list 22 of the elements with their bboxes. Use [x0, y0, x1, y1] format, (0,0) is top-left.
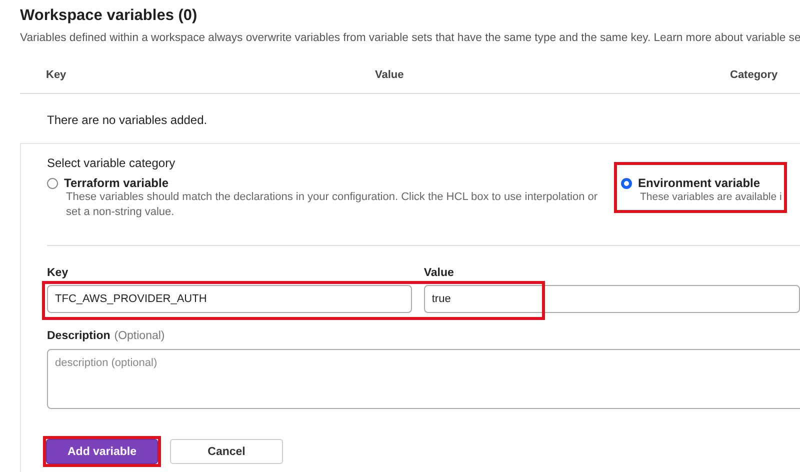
- field-label: Key: [47, 267, 70, 279]
- column-header: Category: [730, 69, 778, 83]
- form-button[interactable]: Add variable: [46, 439, 158, 464]
- radio-button[interactable]: [47, 178, 58, 188]
- empty-message: There are no variables added.: [46, 112, 208, 129]
- column-header: Key: [46, 69, 68, 83]
- optional-label: (Optional): [114, 330, 165, 342]
- radio-label[interactable]: Terraform variable: [64, 176, 168, 190]
- radio-hint: These variables should match the declarations in your configuration. Click the HCL box to use interpolation or set a non-string value.: [66, 190, 599, 220]
- field-label: Value: [424, 267, 455, 279]
- description-input[interactable]: description (optional): [47, 349, 800, 409]
- page-title: Workspace variables (0): [20, 7, 198, 25]
- field-label: Description: [47, 330, 110, 342]
- column-header: Value: [375, 69, 405, 83]
- category-label: Select variable category: [47, 156, 176, 170]
- page-description: Variables defined within a workspace always overwrite variables from variable sets that have the same type and the same key. Learn more about variable se: [20, 32, 800, 44]
- value-input[interactable]: true: [424, 285, 800, 313]
- radio-button[interactable]: [621, 178, 632, 188]
- form-button[interactable]: Cancel: [170, 439, 283, 464]
- radio-label[interactable]: Environment variable: [638, 176, 760, 190]
- key-input[interactable]: TFC_AWS_PROVIDER_AUTH: [47, 285, 412, 313]
- radio-hint: These variables are available i: [640, 190, 782, 205]
